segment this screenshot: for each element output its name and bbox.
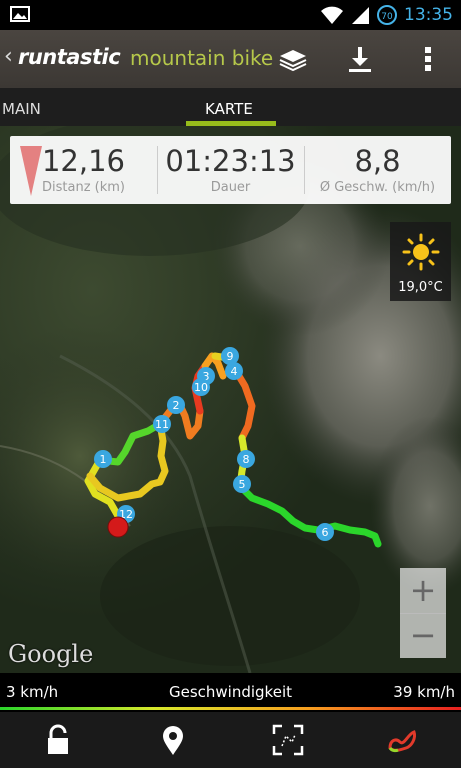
- duration-label: Dauer: [210, 180, 251, 195]
- speed-gradient-bar: [0, 707, 461, 710]
- signal-icon: [352, 7, 369, 24]
- km-marker[interactable]: 10: [192, 378, 210, 396]
- product-name: mountain bike: [130, 46, 274, 70]
- tab-bar: MAIN KARTE: [0, 88, 461, 128]
- layers-icon[interactable]: [278, 44, 308, 74]
- km-marker[interactable]: 11: [153, 415, 171, 433]
- stats-panel: 12,16 Distanz (km) 01:23:13 Dauer 8,8 Ø …: [10, 136, 451, 204]
- lock-icon[interactable]: [42, 724, 74, 756]
- fullscreen-icon[interactable]: [272, 724, 304, 756]
- svg-text:2: 2: [173, 399, 180, 412]
- battery-level: 70: [381, 12, 393, 22]
- km-marker[interactable]: 1: [94, 450, 112, 468]
- svg-text:5: 5: [239, 478, 246, 491]
- tab-main[interactable]: MAIN: [2, 100, 41, 118]
- speed-legend: 3 km/h Geschwindigkeit 39 km/h: [0, 673, 461, 710]
- sun-icon: [402, 233, 439, 271]
- km-marker[interactable]: 9: [221, 347, 239, 365]
- svg-text:4: 4: [231, 365, 238, 378]
- km-marker[interactable]: 5: [233, 475, 251, 493]
- map-attribution: Google: [8, 640, 94, 668]
- duration-stat: 01:23:13 Dauer: [157, 136, 304, 204]
- zoom-in-button[interactable]: +: [400, 568, 446, 614]
- action-bar: ‹ runtastic mountain bike: [0, 30, 461, 89]
- image-icon: [10, 6, 30, 22]
- gps-signal-icon: [20, 146, 42, 196]
- route-icon[interactable]: [386, 724, 418, 756]
- temperature-value: 19,0°C: [398, 280, 443, 295]
- location-pin-icon[interactable]: [157, 724, 189, 756]
- overflow-menu-icon[interactable]: [413, 44, 443, 74]
- zoom-out-button[interactable]: −: [400, 613, 446, 658]
- svg-text:6: 6: [322, 526, 329, 539]
- svg-text:1: 1: [100, 453, 107, 466]
- km-marker[interactable]: 8: [237, 450, 255, 468]
- duration-value: 01:23:13: [165, 144, 296, 178]
- speed-legend-title: Geschwindigkeit: [168, 683, 292, 701]
- svg-text:9: 9: [227, 350, 234, 363]
- svg-text:11: 11: [155, 418, 169, 431]
- avg-speed-value: 8,8: [354, 144, 401, 178]
- svg-text:8: 8: [243, 453, 250, 466]
- avg-speed-stat: 8,8 Ø Geschw. (km/h): [304, 136, 451, 204]
- bottom-toolbar: [0, 712, 461, 768]
- weather-widget[interactable]: 19,0°C: [390, 222, 451, 301]
- km-marker[interactable]: 6: [316, 523, 334, 541]
- tab-karte[interactable]: KARTE: [205, 100, 253, 118]
- status-clock: 13:35: [404, 5, 453, 25]
- speed-max: 39 km/h: [393, 683, 455, 701]
- map-view[interactable]: 1 2 3 4 5 6 8 9 10 11 12: [0, 126, 461, 673]
- start-location-marker[interactable]: [107, 516, 129, 538]
- battery-icon: 70: [377, 5, 397, 25]
- wifi-icon: [321, 6, 343, 24]
- avg-speed-label: Ø Geschw. (km/h): [319, 180, 436, 195]
- download-icon[interactable]: [345, 44, 375, 74]
- zoom-controls: + −: [400, 568, 446, 658]
- km-marker[interactable]: 2: [167, 396, 185, 414]
- status-bar: 70 13:35: [0, 0, 461, 30]
- svg-text:10: 10: [194, 381, 208, 394]
- brand-logo[interactable]: runtastic: [18, 45, 121, 69]
- back-chevron-icon[interactable]: ‹: [4, 44, 13, 69]
